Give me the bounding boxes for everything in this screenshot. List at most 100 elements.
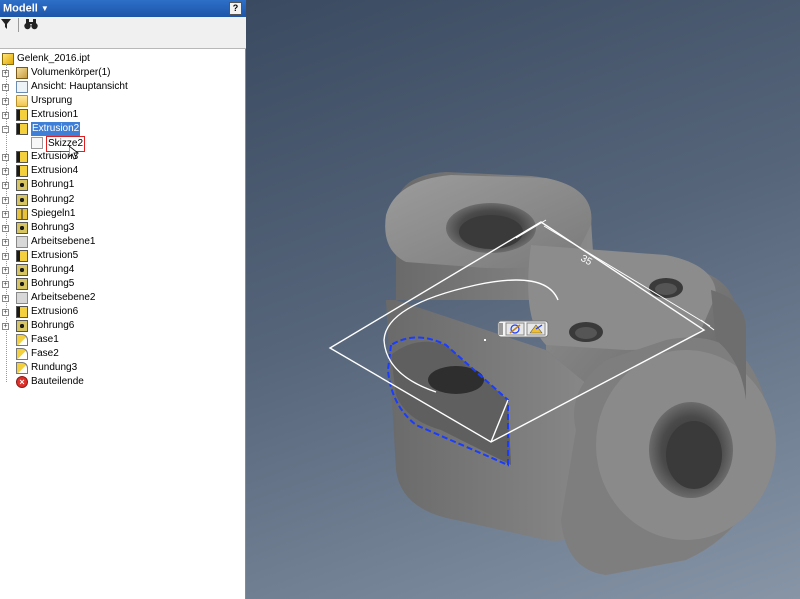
expand-icon[interactable]: + [2, 210, 9, 218]
end-of-part-icon: × [16, 376, 28, 389]
sketch-point [484, 339, 486, 341]
tree-node-label[interactable]: Extrusion5 [31, 249, 78, 263]
chamfer-icon [16, 334, 28, 346]
expand-icon[interactable]: + [2, 196, 9, 204]
tree-node[interactable]: Fase1 [0, 333, 245, 347]
tree-node[interactable]: Fase2 [0, 347, 245, 361]
extrusion-icon [16, 249, 28, 262]
expand-icon[interactable]: + [2, 308, 9, 316]
expand-icon[interactable]: + [2, 238, 9, 246]
dropdown-caret-icon[interactable]: ▼ [41, 4, 49, 13]
tree-node[interactable]: Gelenk_2016.ipt [0, 52, 245, 66]
extrusion-icon [16, 151, 28, 164]
edit-feature-icon[interactable] [526, 322, 546, 336]
expand-icon[interactable]: + [2, 280, 9, 288]
tree-node-label[interactable]: Volumenkörper(1) [31, 66, 110, 80]
tree-node[interactable]: Bohrung6 + [0, 319, 245, 333]
sketch-mini-toolbar[interactable] [497, 320, 549, 338]
solid-body-icon [16, 67, 28, 80]
tree-node-label[interactable]: Bohrung5 [31, 277, 74, 291]
expand-icon[interactable]: + [2, 70, 9, 78]
tree-node-label[interactable]: Bohrung4 [31, 263, 74, 277]
tree-node-label[interactable]: Ansicht: Hauptansicht [31, 80, 128, 94]
tree-node[interactable]: Bohrung5 + [0, 277, 245, 291]
tree-node[interactable]: Spiegeln1 + [0, 207, 245, 221]
hole-icon [16, 277, 28, 290]
collapse-icon[interactable]: − [2, 126, 9, 134]
tree-node-label[interactable]: Gelenk_2016.ipt [17, 52, 90, 66]
model-browser-panel: Modell ▼ ? Gelenk_2016.ipt Volumenkörper(1… [0, 0, 246, 599]
work-plane-icon [16, 291, 28, 304]
expand-icon[interactable]: + [2, 168, 9, 176]
inventor-window: Modell ▼ ? Gelenk_2016.ipt Volumenkörper(1… [0, 0, 800, 599]
tree-node-label[interactable]: Bohrung1 [31, 178, 74, 192]
expand-icon[interactable]: + [2, 84, 9, 92]
tree-node[interactable]: Extrusion4 + [0, 164, 245, 178]
model-graphics[interactable]: 35 [246, 0, 800, 599]
expand-icon[interactable]: + [2, 224, 9, 232]
tree-node-label[interactable]: Fase2 [31, 347, 59, 361]
expand-icon[interactable]: + [2, 322, 9, 330]
expand-icon[interactable]: + [2, 266, 9, 274]
tree-node[interactable]: × Bauteilende [0, 375, 245, 389]
expand-icon[interactable]: + [2, 112, 9, 120]
graphics-viewport[interactable]: 35 [246, 0, 800, 599]
extrusion-icon [16, 305, 28, 318]
tree-node-label[interactable]: Ursprung [31, 94, 72, 108]
tree-node-label[interactable]: Rundung3 [31, 361, 77, 375]
tree-node-label[interactable]: Arbeitsebene1 [31, 235, 96, 249]
expand-icon[interactable]: + [2, 154, 9, 162]
expand-icon[interactable]: + [2, 294, 9, 302]
tree-node[interactable]: Ursprung + [0, 94, 245, 108]
expand-icon[interactable]: + [2, 98, 9, 106]
tree-node[interactable]: Rundung3 [0, 361, 245, 375]
toolbar-grip[interactable] [499, 323, 503, 335]
expand-icon[interactable]: + [2, 252, 9, 260]
tree-node-label[interactable]: Extrusion1 [31, 108, 78, 122]
tree-node-label[interactable]: Bohrung6 [31, 319, 74, 333]
hole-icon [16, 221, 28, 234]
tree-node[interactable]: Arbeitsebene1 + [0, 235, 245, 249]
tree-node[interactable]: Ansicht: Hauptansicht + [0, 80, 245, 94]
tree-node[interactable]: Arbeitsebene2 + [0, 291, 245, 305]
thread-detail [655, 283, 677, 295]
mirror-icon [16, 207, 28, 220]
tree-node[interactable]: Extrusion1 + [0, 108, 245, 122]
tree-node-label[interactable]: Bohrung2 [31, 193, 74, 207]
folder-icon [16, 95, 28, 108]
filter-icon[interactable] [1, 19, 11, 29]
hole-icon [16, 179, 28, 192]
view-icon [16, 81, 28, 94]
toolbar-separator [18, 18, 19, 32]
tree-node[interactable]: Extrusion5 + [0, 249, 245, 263]
top-hole-depth [459, 215, 523, 249]
help-button[interactable]: ? [229, 2, 242, 15]
tree-node[interactable]: Extrusion2 − [0, 122, 245, 137]
browser-title[interactable]: Modell [3, 2, 38, 14]
tree-node-label[interactable]: Fase1 [31, 333, 59, 347]
tree-node[interactable]: Extrusion6 + [0, 305, 245, 319]
extrusion-icon [16, 165, 28, 178]
binoculars-icon[interactable] [24, 18, 38, 30]
part-icon [2, 53, 14, 65]
mouse-pointer-icon [69, 146, 79, 160]
tree-node-label[interactable]: Bauteilende [31, 375, 84, 389]
tree-node[interactable]: Bohrung3 + [0, 221, 245, 235]
tree-node[interactable]: Skizze2 [0, 136, 245, 153]
tree-node[interactable]: Bohrung1 + [0, 178, 245, 192]
browser-header[interactable]: Modell ▼ ? [0, 0, 246, 17]
tree-node-label[interactable]: Extrusion6 [31, 305, 78, 319]
work-plane-icon [16, 235, 28, 248]
fillet-icon [16, 362, 28, 375]
tree-node[interactable]: Volumenkörper(1) + [0, 66, 245, 80]
tree-node-label[interactable]: Extrusion4 [31, 164, 78, 178]
tree-node[interactable]: Bohrung2 + [0, 193, 245, 207]
tree-node-label[interactable]: Spiegeln1 [31, 207, 75, 221]
edit-sketch-icon[interactable] [505, 322, 525, 336]
tree-node-label[interactable]: Arbeitsebene2 [31, 291, 96, 305]
expand-icon[interactable]: + [2, 182, 9, 190]
tree-node[interactable]: Extrusion3 + [0, 150, 245, 164]
tree-node[interactable]: Bohrung4 + [0, 263, 245, 277]
tree-node-label[interactable]: Extrusion2 [31, 122, 81, 137]
tree-node-label[interactable]: Bohrung3 [31, 221, 74, 235]
